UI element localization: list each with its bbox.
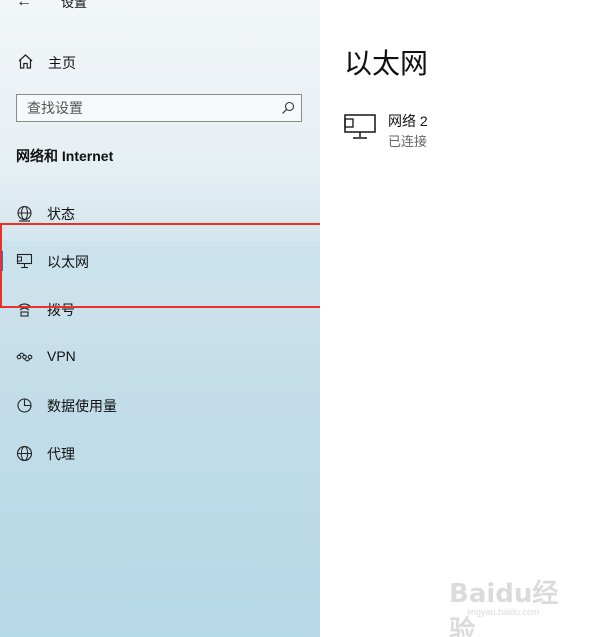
app-title: 设置 [61,0,88,10]
sidebar-item-data-usage[interactable]: 数据使用量 [0,385,320,425]
selection-indicator [0,251,3,271]
search-box[interactable] [16,94,302,122]
ethernet-icon [16,253,33,269]
sidebar-item-proxy[interactable]: 代理 [0,433,320,473]
vpn-icon [16,352,33,362]
sidebar: ← 设置 主页 网络和 Internet [0,0,325,637]
network-name: 网络 2 [388,113,428,129]
sidebar-item-label: 以太网 [47,254,89,270]
globe-proxy-icon [16,445,33,462]
sidebar-item-ethernet[interactable]: 以太网 [0,241,320,281]
sidebar-item-dialup[interactable]: 拨号 [0,289,320,329]
data-usage-icon [17,398,32,413]
baidu-watermark: Baidu经验 jingyan.baidu.com [449,567,569,637]
sidebar-item-vpn[interactable]: VPN [0,337,320,377]
home-label: 主页 [48,55,76,71]
sidebar-item-label: 数据使用量 [47,398,117,414]
globe-status-icon [17,205,32,222]
section-title: 网络和 Internet [16,148,114,164]
title-bar: ← 设置 [0,0,320,14]
sidebar-item-label: 代理 [47,446,75,462]
network-entry[interactable]: 网络 2 已连接 [344,108,584,152]
home-icon [18,54,33,69]
page-title: 以太网 [344,48,429,79]
sidebar-item-label: 拨号 [47,302,75,318]
back-arrow-icon[interactable]: ← [16,0,32,12]
search-icon[interactable] [281,101,295,115]
network-status: 已连接 [388,134,428,149]
sidebar-item-status[interactable]: 状态 [0,193,320,233]
ethernet-network-icon [344,114,376,139]
main-content: 以太网 网络 2 已连接 Baidu经验 jingyan.baidu.com [320,0,599,637]
sidebar-item-label: VPN [47,348,76,364]
settings-window: ← 设置 主页 网络和 Internet [0,0,599,637]
watermark-site: jingyan.baidu.com [467,607,540,617]
home-nav-item[interactable]: 主页 [0,46,320,78]
dialup-icon [17,303,32,317]
search-input[interactable] [17,95,277,121]
watermark-brand: Baidu经验 [449,579,559,637]
sidebar-item-label: 状态 [47,206,75,222]
